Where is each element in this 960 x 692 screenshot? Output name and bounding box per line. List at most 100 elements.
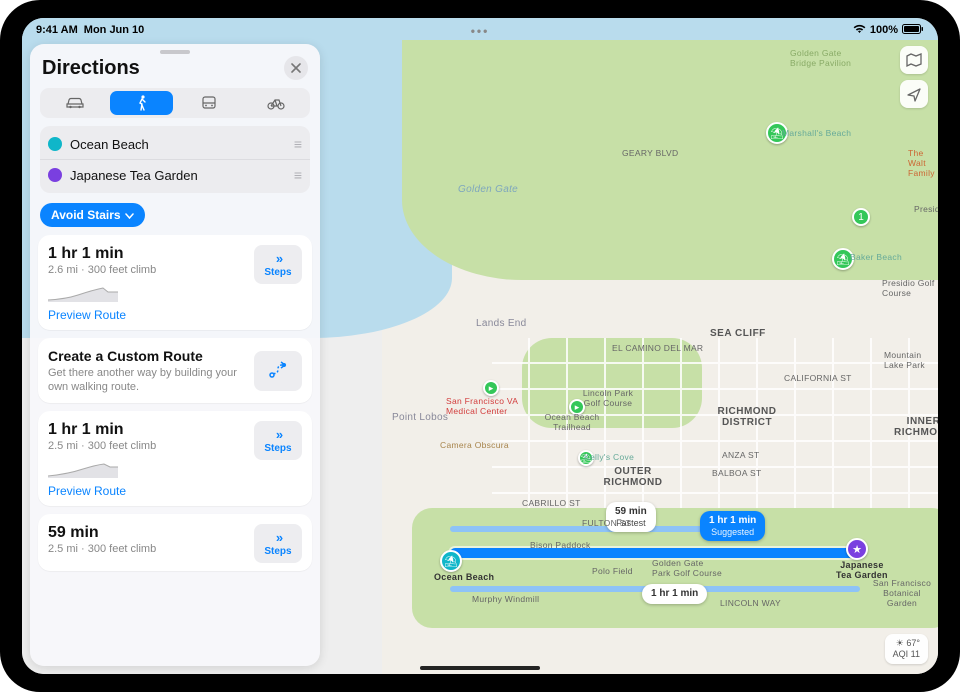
route-marker-icon[interactable]: 1 xyxy=(852,208,870,226)
wifi-icon xyxy=(853,24,866,37)
map-label: BALBOA ST xyxy=(712,468,761,478)
map-label: Murphy Windmill xyxy=(472,594,539,604)
preview-route-link[interactable]: Preview Route xyxy=(48,484,302,498)
transport-mode-segment xyxy=(40,88,310,118)
map-label: Kelly's Cove xyxy=(584,452,634,462)
home-indicator[interactable] xyxy=(420,666,540,670)
multitask-dots-icon[interactable]: ••• xyxy=(471,24,490,38)
weather-aqi: AQI 11 xyxy=(893,649,920,659)
route-detail: 2.6 mi · 300 feet climb xyxy=(48,264,246,276)
callout-tag: Suggested xyxy=(709,527,756,537)
route-time: 1 hr 1 min xyxy=(48,421,246,439)
route-option-card[interactable]: 1 hr 1 min 2.5 mi · 300 feet climb » Ste… xyxy=(38,411,312,506)
callout-time: 1 hr 1 min xyxy=(651,588,698,599)
steps-arrow-icon: » xyxy=(276,251,280,266)
battery-pct: 100% xyxy=(870,24,898,36)
route-time: 59 min xyxy=(48,524,246,542)
route-detail: 2.5 mi · 300 feet climb xyxy=(48,440,246,452)
callout-time: 59 min xyxy=(615,506,647,517)
origin-dot-icon xyxy=(48,137,62,151)
origin-pin-icon[interactable]: ⛱ xyxy=(440,550,462,572)
mode-walk-button[interactable] xyxy=(110,91,173,115)
map-label: FULTON ST xyxy=(582,518,631,528)
map-label: Mountain Lake Park xyxy=(884,350,934,370)
origin-row[interactable]: Ocean Beach ≡ xyxy=(40,129,310,159)
mode-drive-button[interactable] xyxy=(43,91,106,115)
route-time: 1 hr 1 min xyxy=(48,245,246,263)
map-label: INNER RICHMOND xyxy=(894,416,938,438)
map-label: Ocean Beach Trailhead xyxy=(542,412,602,432)
route-endpoints: Ocean Beach ≡ Japanese Tea Garden ≡ xyxy=(40,126,310,193)
custom-route-card[interactable]: Create a Custom Route Get there another … xyxy=(38,338,312,403)
map-mode-button[interactable] xyxy=(900,46,928,74)
steps-button[interactable]: » Steps xyxy=(254,245,302,284)
map-label: Camera Obscura xyxy=(440,440,509,450)
weather-temp: 67° xyxy=(906,638,920,648)
map-label: San Francisco VA Medical Center xyxy=(446,396,536,416)
avoid-options-button[interactable]: Avoid Stairs xyxy=(40,203,145,227)
steps-label: Steps xyxy=(264,443,291,454)
map-label: LINCOLN WAY xyxy=(720,598,781,608)
custom-route-title: Create a Custom Route xyxy=(48,348,246,364)
custom-route-button[interactable] xyxy=(254,351,302,391)
origin-name: Ocean Beach xyxy=(70,137,286,152)
destination-pin-icon[interactable]: ★ xyxy=(846,538,868,560)
mode-bike-button[interactable] xyxy=(244,91,307,115)
route-option-card[interactable]: 59 min 2.5 mi · 300 feet climb » Steps xyxy=(38,514,312,571)
panel-grabber[interactable] xyxy=(160,50,190,54)
steps-label: Steps xyxy=(264,267,291,278)
avoid-label: Avoid Stairs xyxy=(51,208,121,222)
map-label: Presidio Golf Course xyxy=(882,278,938,298)
map-label: Golden Gate xyxy=(458,184,518,195)
map-label: Presidio xyxy=(914,204,938,214)
map-label: Baker Beach xyxy=(850,252,902,262)
status-date: Mon Jun 10 xyxy=(84,24,145,36)
battery-icon xyxy=(902,24,924,37)
close-button[interactable] xyxy=(284,56,308,80)
route-callout-alt[interactable]: 1 hr 1 min xyxy=(642,584,707,604)
map-label: The Walt Family xyxy=(908,148,938,178)
route-callout-suggested[interactable]: 1 hr 1 min Suggested xyxy=(700,511,765,541)
map-label: GEARY BLVD xyxy=(622,148,678,158)
steps-arrow-icon: » xyxy=(276,427,280,442)
custom-route-subtitle: Get there another way by building your o… xyxy=(48,366,246,395)
reorder-handle-icon[interactable]: ≡ xyxy=(294,167,302,183)
map-label: San Francisco Botanical Garden xyxy=(867,578,937,608)
destination-label: JapaneseTea Garden xyxy=(836,560,888,580)
reorder-handle-icon[interactable]: ≡ xyxy=(294,136,302,152)
steps-arrow-icon: » xyxy=(276,530,280,545)
steps-button[interactable]: » Steps xyxy=(254,421,302,460)
destination-dot-icon xyxy=(48,168,62,182)
status-time: 9:41 AM xyxy=(36,24,78,36)
map-label: Golden Gate Park Golf Course xyxy=(652,558,722,578)
steps-button[interactable]: » Steps xyxy=(254,524,302,563)
route-suggested-line[interactable] xyxy=(450,548,860,558)
steps-label: Steps xyxy=(264,546,291,557)
destination-name: Japanese Tea Garden xyxy=(70,168,286,183)
map-label: Bison Paddock xyxy=(530,540,591,550)
panel-title: Directions xyxy=(42,57,140,80)
weather-chip[interactable]: ☀ 67° AQI 11 xyxy=(885,634,928,664)
map-label: OUTER RICHMOND xyxy=(598,466,668,488)
map-label: EL CAMINO DEL MAR xyxy=(612,343,703,353)
directions-panel: Directions xyxy=(30,44,320,666)
status-bar: 9:41 AM Mon Jun 10 ••• 100% xyxy=(22,18,938,38)
map-label: ANZA ST xyxy=(722,450,760,460)
preview-route-link[interactable]: Preview Route xyxy=(48,308,302,322)
map-label: Lincoln Park Golf Course xyxy=(578,388,638,408)
destination-row[interactable]: Japanese Tea Garden ≡ xyxy=(40,159,310,190)
map-label: SEA CLIFF xyxy=(710,328,766,339)
callout-time: 1 hr 1 min xyxy=(709,515,756,526)
elevation-spark-icon xyxy=(48,458,118,478)
elevation-spark-icon xyxy=(48,282,118,302)
map-label: Marshall's Beach xyxy=(782,128,851,138)
map-label: Golden Gate Bridge Pavilion xyxy=(790,48,860,68)
mode-transit-button[interactable] xyxy=(177,91,240,115)
map-label: Lands End xyxy=(476,318,527,329)
route-detail: 2.5 mi · 300 feet climb xyxy=(48,543,246,555)
map-label: Point Lobos xyxy=(392,412,448,423)
poi-pin-icon[interactable]: ▸ xyxy=(483,380,499,396)
route-option-card[interactable]: 1 hr 1 min 2.6 mi · 300 feet climb » Ste… xyxy=(38,235,312,330)
locate-me-button[interactable] xyxy=(900,80,928,108)
map-label: CALIFORNIA ST xyxy=(784,373,852,383)
